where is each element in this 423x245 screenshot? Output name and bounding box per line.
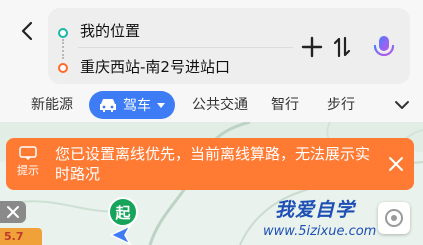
navigation-arrow-icon <box>110 224 132 245</box>
destination-field[interactable]: 重庆西站-南2号进站口 <box>80 56 230 77</box>
chevron-down-icon[interactable] <box>393 96 411 114</box>
caret-down-icon <box>157 103 165 108</box>
tab-new-energy[interactable]: 新能源 <box>31 90 73 120</box>
swap-icon[interactable] <box>334 36 356 58</box>
watermark-title: 我爱自学 <box>275 199 356 221</box>
close-icon[interactable] <box>388 156 404 172</box>
poi-label: 5.7 <box>0 228 42 245</box>
start-marker[interactable]: 起 <box>108 197 138 227</box>
offline-route-notice: 提示 您已设置离线优先，当前离线算路，无法展示实时路况 <box>6 138 414 190</box>
destination-dot <box>58 63 68 73</box>
car-icon <box>100 99 116 112</box>
route-header: 我的位置 重庆西站-南2号进站口 新能源 驾车 公共交通 智行 步行 <box>0 0 423 122</box>
locate-button[interactable] <box>378 202 410 234</box>
watermark-url: www.5izixue.com <box>263 224 377 239</box>
plus-icon[interactable] <box>301 36 323 58</box>
info-bubble-icon <box>19 146 37 160</box>
back-button[interactable] <box>14 18 40 44</box>
tab-smart-travel[interactable]: 智行 <box>271 90 299 120</box>
locate-icon <box>385 209 403 227</box>
origin-field[interactable]: 我的位置 <box>80 20 140 41</box>
tab-walking[interactable]: 步行 <box>327 90 355 120</box>
microphone-icon[interactable] <box>372 34 396 60</box>
tip-badge-label: 提示 <box>17 164 39 177</box>
tip-badge: 提示 <box>12 146 44 184</box>
origin-dot <box>58 28 68 38</box>
chevron-left-icon <box>21 21 33 41</box>
route-divider <box>78 47 293 48</box>
notice-message: 您已设置离线优先，当前离线算路，无法展示实时路况 <box>55 145 371 183</box>
tab-public-transit[interactable]: 公共交通 <box>192 90 248 120</box>
tab-driving[interactable]: 驾车 <box>89 91 175 119</box>
route-input-card: 我的位置 重庆西站-南2号进站口 <box>48 8 410 84</box>
route-dotted-connector <box>62 39 64 59</box>
tab-driving-label: 驾车 <box>123 98 151 114</box>
transport-mode-tabs: 新能源 驾车 公共交通 智行 步行 <box>0 90 423 122</box>
close-icon <box>7 206 19 218</box>
map-close-button[interactable] <box>0 201 26 223</box>
